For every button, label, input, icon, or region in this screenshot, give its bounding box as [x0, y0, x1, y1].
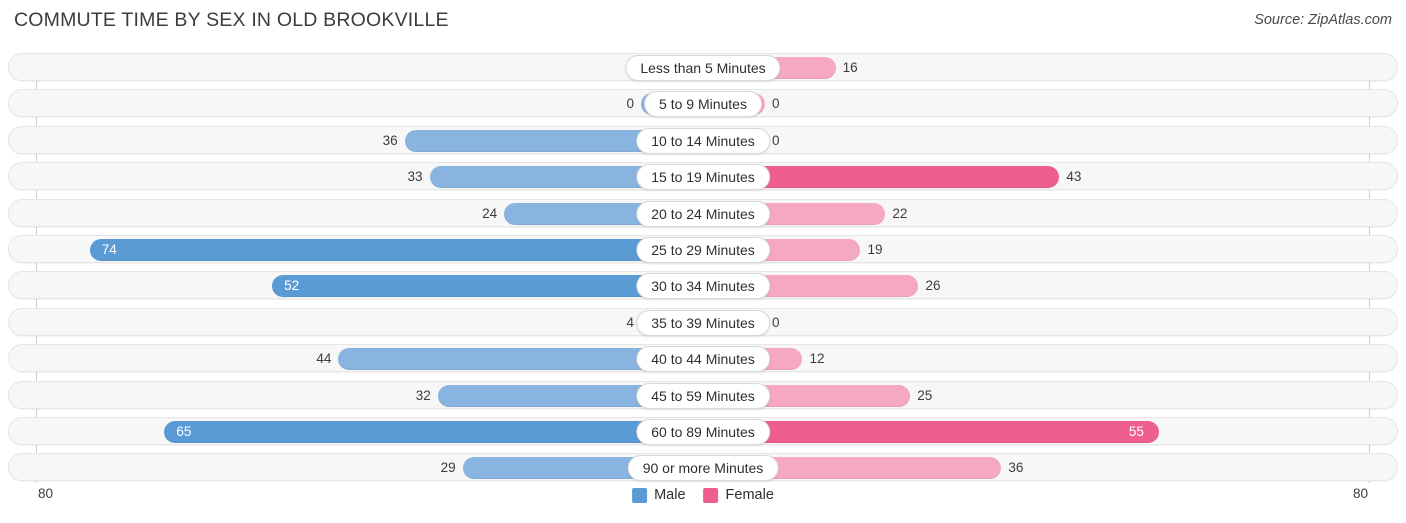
- legend-label: Male: [654, 487, 686, 503]
- bar-value-male: 52: [284, 278, 300, 294]
- bar-value-male: 33: [407, 169, 423, 185]
- category-label-pill: 25 to 29 Minutes: [636, 237, 770, 263]
- bar-value-male: 44: [316, 351, 332, 367]
- row-inner: 0 0 5 to 9 Minutes: [9, 90, 1397, 118]
- row-inner: 33 43 15 to 19 Minutes: [9, 163, 1397, 191]
- chart-footer: 80 80 Male Female: [0, 483, 1406, 523]
- bar-value-female: 36: [1008, 460, 1024, 476]
- bar-value-male: 65: [176, 424, 192, 439]
- row-inner: 74 19 25 to 29 Minutes: [9, 236, 1397, 263]
- bar-value-female: 0: [772, 96, 780, 112]
- bar-male[interactable]: [164, 421, 703, 443]
- category-label-pill: 60 to 89 Minutes: [636, 419, 770, 445]
- category-label-pill: Less than 5 Minutes: [625, 55, 781, 81]
- bar-value-female: 55: [1128, 424, 1144, 439]
- bar-value-female: 19: [867, 242, 883, 257]
- bar-female[interactable]: [703, 421, 1159, 443]
- table-row[interactable]: 52 26 30 to 34 Minutes: [8, 271, 1398, 300]
- category-label-pill: 35 to 39 Minutes: [636, 309, 770, 336]
- bar-value-male: 74: [101, 242, 117, 257]
- table-row[interactable]: 29 36 90 or more Minutes: [8, 453, 1398, 482]
- table-row[interactable]: 74 19 25 to 29 Minutes: [8, 235, 1398, 263]
- bar-value-male: 0: [626, 96, 634, 112]
- row-inner: 36 0 10 to 14 Minutes: [9, 127, 1397, 154]
- row-inner: 32 25 45 to 59 Minutes: [9, 382, 1397, 409]
- table-row[interactable]: 44 12 40 to 44 Minutes: [8, 344, 1398, 373]
- category-label-pill: 20 to 24 Minutes: [636, 200, 770, 227]
- row-inner: 29 36 90 or more Minutes: [9, 454, 1397, 482]
- table-row[interactable]: 416Less than 5 Minutes: [8, 53, 1398, 81]
- bar-value-male: 24: [482, 205, 498, 221]
- table-row[interactable]: 4 0 35 to 39 Minutes: [8, 307, 1398, 336]
- category-label-pill: 15 to 19 Minutes: [636, 164, 770, 191]
- bar-value-female: 22: [892, 205, 908, 221]
- row-inner: 65 55 60 to 89 Minutes: [9, 418, 1397, 445]
- table-row[interactable]: 0 0 5 to 9 Minutes: [8, 89, 1398, 118]
- legend-label: Female: [725, 487, 774, 503]
- legend-item-male[interactable]: Male: [632, 487, 686, 503]
- row-inner: 24 22 20 to 24 Minutes: [9, 200, 1397, 227]
- bar-value-male: 36: [382, 132, 398, 148]
- category-label-pill: 40 to 44 Minutes: [636, 346, 770, 373]
- legend-swatch-icon: [632, 487, 648, 503]
- row-inner: 44 12 40 to 44 Minutes: [9, 345, 1397, 373]
- table-row[interactable]: 65 55 60 to 89 Minutes: [8, 417, 1398, 445]
- source-attribution: Source: ZipAtlas.com: [1254, 12, 1392, 28]
- table-row[interactable]: 24 22 20 to 24 Minutes: [8, 198, 1398, 227]
- page-title: COMMUTE TIME BY SEX IN OLD BROOKVILLE: [14, 9, 449, 31]
- legend-item-female[interactable]: Female: [703, 487, 774, 503]
- chart-header: COMMUTE TIME BY SEX IN OLD BROOKVILLE So…: [0, 0, 1406, 42]
- bar-rows-container: 4 16 Less than 5 Minutes 0 0 5 to 9 Minutes 36…: [0, 53, 1406, 483]
- category-label-pill: 90 or more Minutes: [627, 455, 779, 482]
- axis-tick-right: 80: [1352, 486, 1368, 501]
- bar-value-male: 4: [626, 314, 634, 330]
- chart-plot-area: 4 16 Less than 5 Minutes 0 0 5 to 9 Minutes 36…: [0, 53, 1406, 483]
- category-label-pill: 30 to 34 Minutes: [636, 273, 770, 300]
- row-inner: 416Less than 5 Minutes: [9, 54, 1397, 81]
- category-label-pill: 45 to 59 Minutes: [636, 382, 770, 409]
- axis-tick-left: 80: [38, 486, 54, 501]
- legend-swatch-icon: [703, 487, 719, 503]
- bar-value-female: 12: [809, 351, 825, 367]
- chart-legend: Male Female: [632, 487, 774, 503]
- bar-value-female: 16: [842, 60, 858, 75]
- table-row[interactable]: 36 0 10 to 14 Minutes: [8, 125, 1398, 154]
- category-label-pill: 10 to 14 Minutes: [636, 127, 770, 154]
- row-inner: 4 0 35 to 39 Minutes: [9, 309, 1397, 336]
- bar-value-female: 26: [925, 278, 941, 294]
- bar-value-male: 32: [415, 387, 431, 403]
- category-label-pill: 5 to 9 Minutes: [644, 91, 762, 118]
- row-inner: 52 26 30 to 34 Minutes: [9, 272, 1397, 300]
- bar-male[interactable]: [89, 239, 703, 261]
- table-row[interactable]: 33 43 15 to 19 Minutes: [8, 162, 1398, 191]
- bar-value-female: 43: [1066, 169, 1082, 185]
- table-row[interactable]: 32 25 45 to 59 Minutes: [8, 380, 1398, 409]
- bar-value-female: 25: [917, 387, 933, 403]
- bar-value-male: 29: [440, 460, 456, 476]
- bar-value-female: 0: [772, 314, 780, 330]
- bar-value-female: 0: [772, 132, 780, 148]
